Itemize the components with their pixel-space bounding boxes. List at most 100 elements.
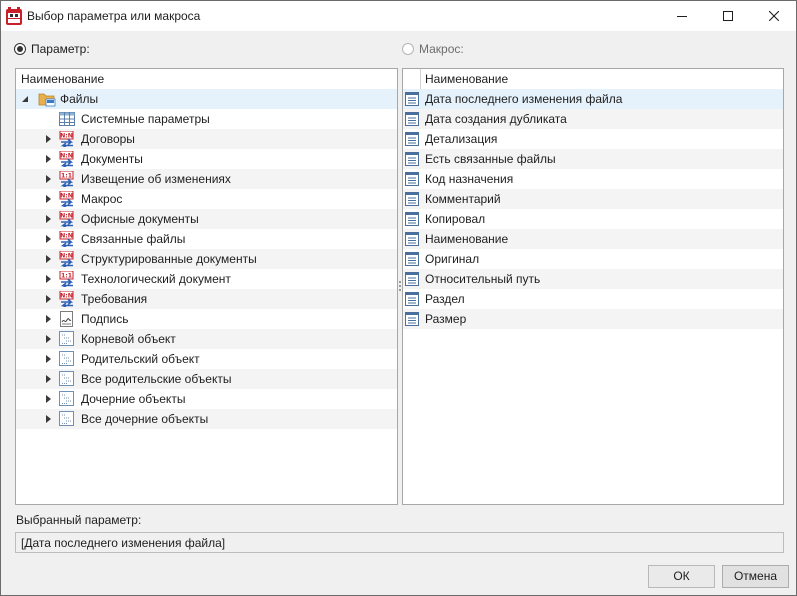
- tree-item[interactable]: N:N Макрос: [16, 189, 397, 209]
- tree-item-label: Макрос: [81, 192, 123, 206]
- expand-arrow-icon[interactable]: [46, 175, 51, 183]
- tree-item[interactable]: N:N Офисные документы: [16, 209, 397, 229]
- tree-item[interactable]: Дочерние объекты: [16, 389, 397, 409]
- parameter-icon: [405, 312, 419, 326]
- parameter-row-label: Размер: [425, 312, 467, 326]
- parameter-row-label: Код назначения: [425, 172, 514, 186]
- macro-radio-button[interactable]: [402, 43, 414, 55]
- parameter-row[interactable]: Оригинал: [403, 249, 783, 269]
- folder-icon: [38, 93, 56, 107]
- tree-root-row[interactable]: Файлы: [16, 89, 397, 109]
- parameter-row-label: Оригинал: [425, 252, 480, 266]
- expand-arrow-icon[interactable]: [46, 375, 51, 383]
- tree-item[interactable]: N:N Документы: [16, 149, 397, 169]
- tree-item[interactable]: Подпись: [16, 309, 397, 329]
- many-to-many-link-icon: N:N: [59, 211, 74, 227]
- maximize-button[interactable]: [705, 1, 751, 31]
- parameter-icon: [405, 92, 419, 106]
- tree-root-label: Файлы: [60, 92, 99, 106]
- tree-rows: Файлы Системные параметры N:N Договоры N:N Д…: [16, 89, 397, 429]
- tree-item-label: Родительский объект: [81, 352, 200, 366]
- tree-item[interactable]: Системные параметры: [16, 109, 397, 129]
- table-icon: [59, 112, 75, 126]
- parameter-row[interactable]: Наименование: [403, 229, 783, 249]
- tflex-app-icon: [6, 7, 22, 25]
- list-column-header[interactable]: Наименование: [403, 69, 783, 90]
- parameter-row[interactable]: Дата последнего изменения файла: [403, 89, 783, 109]
- expand-arrow-icon[interactable]: [46, 195, 51, 203]
- parameter-row[interactable]: Есть связанные файлы: [403, 149, 783, 169]
- parameter-row[interactable]: Комментарий: [403, 189, 783, 209]
- parameter-icon: [405, 192, 419, 206]
- minimize-button[interactable]: [659, 1, 705, 31]
- tree-item[interactable]: 1:1 Технологический документ: [16, 269, 397, 289]
- close-icon: [769, 11, 779, 21]
- expand-arrow-icon[interactable]: [46, 135, 51, 143]
- one-to-one-link-icon: 1:1: [59, 171, 74, 187]
- parameter-row-label: Детализация: [425, 132, 498, 146]
- parameter-row[interactable]: Дата создания дубликата: [403, 109, 783, 129]
- tree-item[interactable]: Все родительские объекты: [16, 369, 397, 389]
- expand-arrow-icon[interactable]: [46, 415, 51, 423]
- expand-arrow-icon[interactable]: [46, 395, 51, 403]
- expand-arrow-icon[interactable]: [46, 355, 51, 363]
- parameter-icon: [405, 152, 419, 166]
- svg-text:N:N: N:N: [60, 213, 73, 220]
- many-to-many-link-icon: N:N: [59, 251, 74, 267]
- object-list-icon: [59, 351, 74, 366]
- ok-button[interactable]: ОК: [648, 565, 715, 588]
- tree-item[interactable]: N:N Требования: [16, 289, 397, 309]
- parameter-row-label: Наименование: [425, 232, 509, 246]
- tree-item-label: Дочерние объекты: [81, 392, 186, 406]
- parameter-radio[interactable]: Параметр:: [14, 42, 90, 56]
- many-to-many-link-icon: N:N: [59, 291, 74, 307]
- tree-item[interactable]: Корневой объект: [16, 329, 397, 349]
- expand-arrow-icon[interactable]: [46, 215, 51, 223]
- expand-arrow-icon[interactable]: [46, 155, 51, 163]
- expand-arrow-icon[interactable]: [46, 235, 51, 243]
- list-column-header-label: Наименование: [425, 72, 509, 86]
- tree-item[interactable]: Родительский объект: [16, 349, 397, 369]
- parameter-row[interactable]: Размер: [403, 309, 783, 329]
- selected-parameter-field: [Дата последнего изменения файла]: [15, 532, 784, 553]
- title-bar[interactable]: Выбор параметра или макроса: [1, 1, 796, 31]
- parameter-icon: [405, 252, 419, 266]
- macro-radio[interactable]: Макрос:: [402, 42, 464, 56]
- svg-text:N:N: N:N: [60, 253, 73, 260]
- collapse-arrow-icon[interactable]: [22, 96, 28, 102]
- many-to-many-link-icon: N:N: [59, 191, 74, 207]
- tree-item-label: Корневой объект: [81, 332, 176, 346]
- expand-arrow-icon[interactable]: [46, 315, 51, 323]
- expand-arrow-icon[interactable]: [46, 275, 51, 283]
- tree-item[interactable]: N:N Договоры: [16, 129, 397, 149]
- tree-item[interactable]: N:N Связанные файлы: [16, 229, 397, 249]
- parameter-row-label: Есть связанные файлы: [425, 152, 556, 166]
- parameter-row-label: Раздел: [425, 292, 465, 306]
- tree-item-label: Структурированные документы: [81, 252, 257, 266]
- many-to-many-link-icon: N:N: [59, 151, 74, 167]
- tree-item-label: Офисные документы: [81, 212, 199, 226]
- parameter-row[interactable]: Детализация: [403, 129, 783, 149]
- tree-item-label: Все родительские объекты: [81, 372, 232, 386]
- many-to-many-link-icon: N:N: [59, 131, 74, 147]
- svg-text:N:N: N:N: [60, 233, 73, 240]
- expand-arrow-icon[interactable]: [46, 295, 51, 303]
- tree-item[interactable]: N:N Структурированные документы: [16, 249, 397, 269]
- expand-arrow-icon[interactable]: [46, 335, 51, 343]
- close-button[interactable]: [751, 1, 797, 31]
- svg-text:N:N: N:N: [60, 133, 73, 140]
- parameter-row-label: Дата создания дубликата: [425, 112, 567, 126]
- object-list-icon: [59, 331, 74, 346]
- parameter-row[interactable]: Раздел: [403, 289, 783, 309]
- tree-item[interactable]: Все дочерние объекты: [16, 409, 397, 429]
- parameter-row[interactable]: Копировал: [403, 209, 783, 229]
- tree-item[interactable]: 1:1 Извещение об изменениях: [16, 169, 397, 189]
- expand-arrow-icon[interactable]: [46, 255, 51, 263]
- parameter-row[interactable]: Относительный путь: [403, 269, 783, 289]
- parameter-radio-button[interactable]: [14, 43, 26, 55]
- parameter-list: Наименование Дата последнего изменения ф…: [402, 68, 784, 505]
- parameter-row[interactable]: Код назначения: [403, 169, 783, 189]
- cancel-button[interactable]: Отмена: [722, 565, 789, 588]
- panel-splitter[interactable]: [399, 281, 401, 295]
- tree-column-header[interactable]: Наименование: [16, 69, 397, 90]
